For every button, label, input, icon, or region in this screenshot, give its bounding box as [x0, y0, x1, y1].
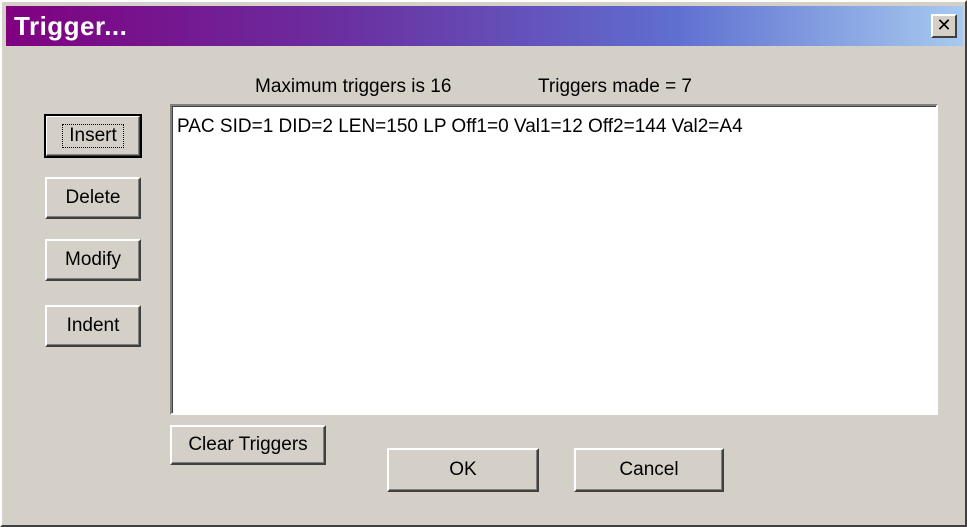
indent-button-label: Indent	[66, 315, 120, 336]
triggers-made-label: Triggers made = 7	[538, 76, 693, 97]
insert-button-label: Insert	[62, 124, 124, 148]
modify-button[interactable]: Modify	[45, 239, 141, 281]
close-button[interactable]: ✕	[931, 14, 957, 38]
cancel-button-label: Cancel	[619, 459, 679, 480]
title-bar[interactable]: Trigger... ✕	[6, 6, 963, 46]
delete-button-label: Delete	[65, 187, 121, 208]
delete-button[interactable]: Delete	[45, 177, 141, 219]
trigger-dialog: Trigger... ✕ Maximum triggers is 16 Trig…	[0, 0, 967, 527]
modify-button-label: Modify	[65, 249, 121, 270]
list-item[interactable]: PAC SID=1 DID=2 LEN=150 LP Off1=0 Val1=1…	[177, 116, 743, 138]
insert-button[interactable]: Insert	[44, 114, 142, 158]
clear-triggers-label: Clear Triggers	[188, 434, 308, 455]
clear-triggers-button[interactable]: Clear Triggers	[170, 425, 326, 465]
max-triggers-label: Maximum triggers is 16	[255, 76, 452, 97]
cancel-button[interactable]: Cancel	[574, 448, 724, 492]
ok-button-label: OK	[449, 459, 477, 480]
close-icon: ✕	[936, 15, 952, 36]
indent-button[interactable]: Indent	[45, 305, 141, 347]
trigger-list[interactable]: PAC SID=1 DID=2 LEN=150 LP Off1=0 Val1=1…	[170, 104, 938, 415]
dialog-title: Trigger...	[14, 11, 128, 41]
ok-button[interactable]: OK	[387, 448, 539, 492]
